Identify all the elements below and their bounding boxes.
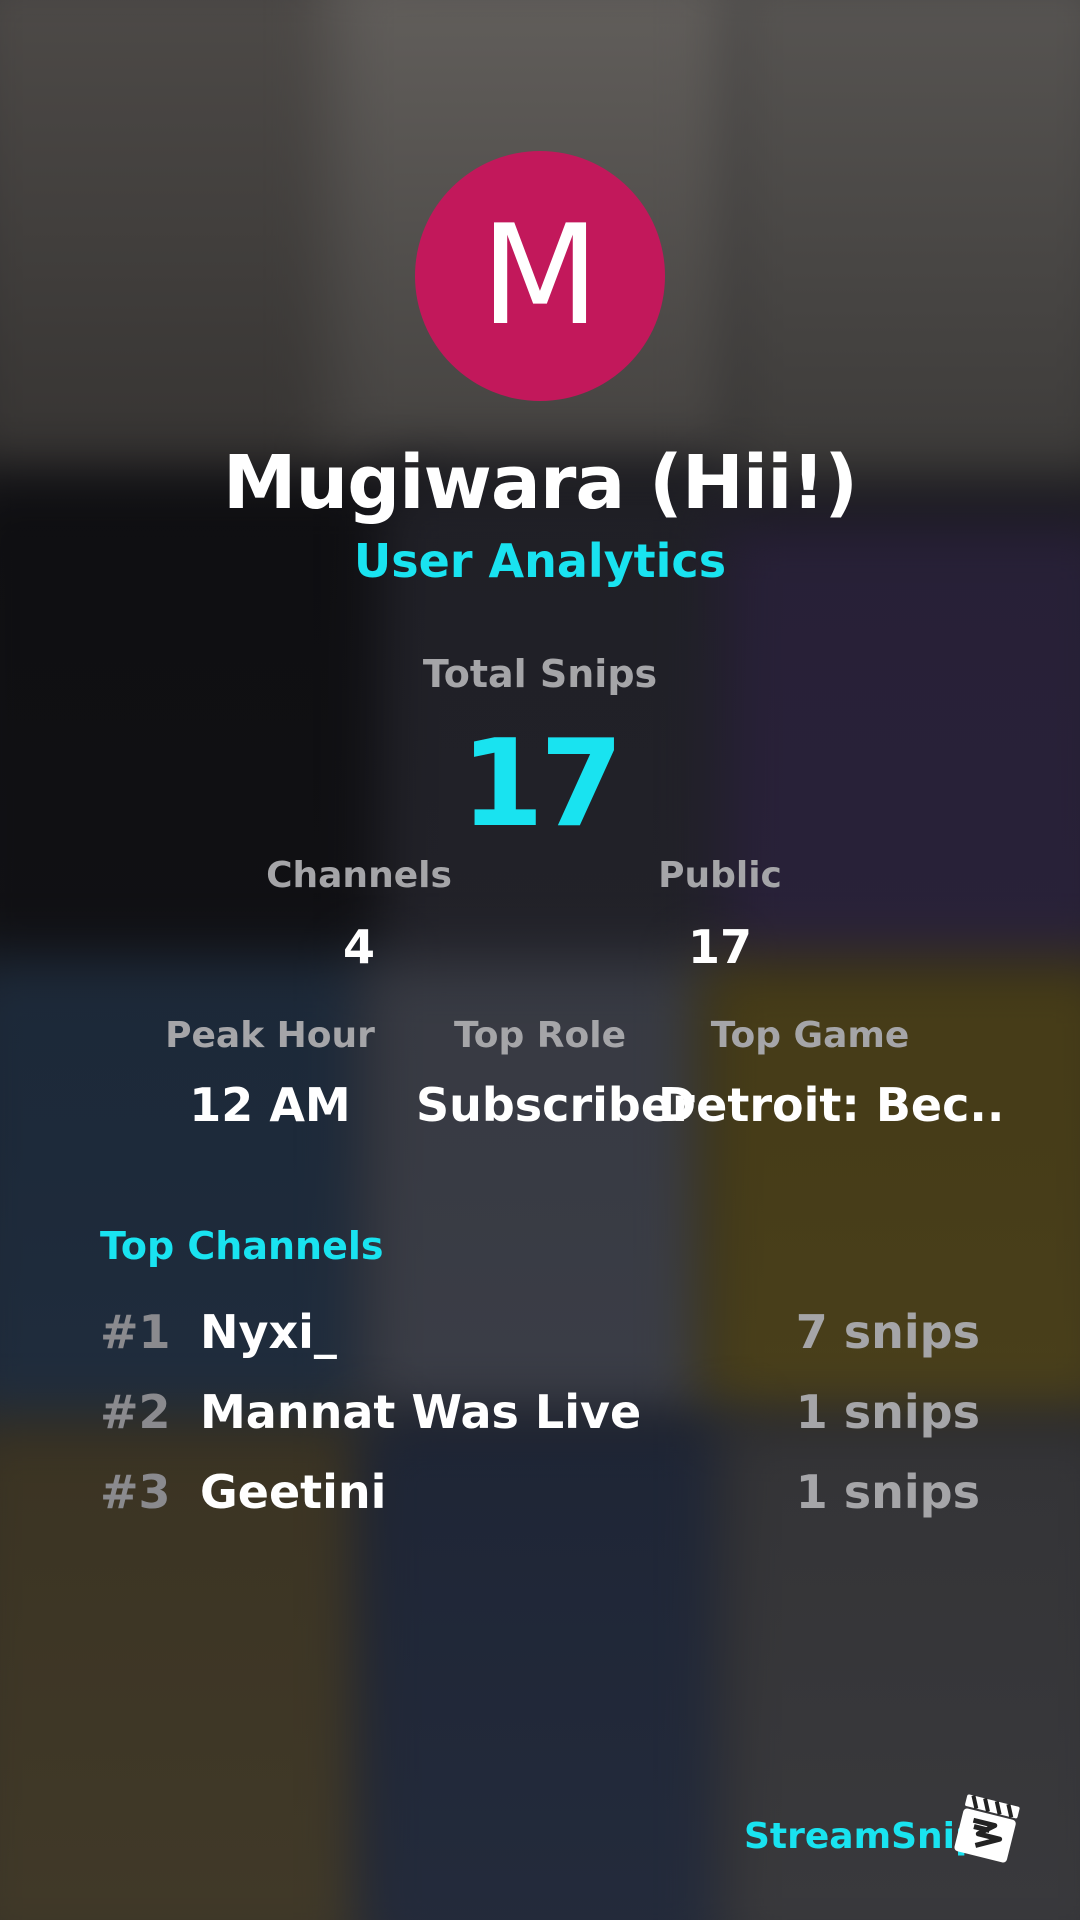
snip-count: 7 snips bbox=[795, 1305, 980, 1359]
stat-top-game-value: Detroit: Bec.. bbox=[658, 1078, 1005, 1132]
stat-public-value: 17 bbox=[687, 920, 752, 974]
stat-channels-label: Channels bbox=[266, 855, 452, 896]
stat-public: Public 17 bbox=[600, 855, 840, 974]
username: Mugiwara (Hii!) bbox=[222, 440, 858, 526]
stat-peak-hour-value: 12 AM bbox=[189, 1078, 351, 1132]
brand-name: StreamSnip bbox=[744, 1816, 981, 1857]
list-item: #2 Mannat Was Live 1 snips bbox=[100, 1385, 980, 1445]
stat-top-role-label: Top Role bbox=[453, 1015, 627, 1056]
stat-top-game-label: Top Game bbox=[710, 1015, 910, 1056]
page-subtitle: User Analytics bbox=[353, 534, 727, 588]
stat-channels: Channels 4 bbox=[239, 855, 479, 974]
analytics-card: M Mugiwara (Hii!) User Analytics Total S… bbox=[0, 0, 1080, 1920]
stat-channels-value: 4 bbox=[342, 920, 375, 974]
clapperboard-icon bbox=[954, 1794, 1020, 1863]
stat-peak-hour-label: Peak Hour bbox=[165, 1015, 375, 1056]
top-channels-title: Top Channels bbox=[100, 1224, 384, 1268]
stat-public-label: Public bbox=[658, 855, 782, 896]
channel-name: Geetini bbox=[200, 1465, 387, 1519]
rank-number: #3 bbox=[100, 1465, 171, 1519]
channel-name: Mannat Was Live bbox=[200, 1385, 642, 1439]
snip-count: 1 snips bbox=[795, 1385, 980, 1439]
stat-top-game: Top Game Detroit: Bec.. bbox=[640, 1015, 1005, 1132]
avatar-letter: M bbox=[480, 195, 600, 356]
stat-peak-hour: Peak Hour 12 AM bbox=[150, 1015, 390, 1132]
list-item: #3 Geetini 1 snips bbox=[100, 1465, 980, 1525]
rank-number: #2 bbox=[100, 1385, 171, 1439]
snip-count: 1 snips bbox=[795, 1465, 980, 1519]
channel-name: Nyxi_ bbox=[200, 1305, 337, 1359]
stat-top-role-value: Subscriber bbox=[416, 1078, 695, 1132]
total-snips-value: 17 bbox=[460, 715, 624, 854]
total-snips-label: Total Snips bbox=[422, 652, 658, 696]
avatar: M bbox=[415, 151, 665, 401]
list-item: #1 Nyxi_ 7 snips bbox=[100, 1305, 980, 1365]
rank-number: #1 bbox=[100, 1305, 171, 1359]
stat-top-role: Top Role Subscriber bbox=[410, 1015, 695, 1132]
